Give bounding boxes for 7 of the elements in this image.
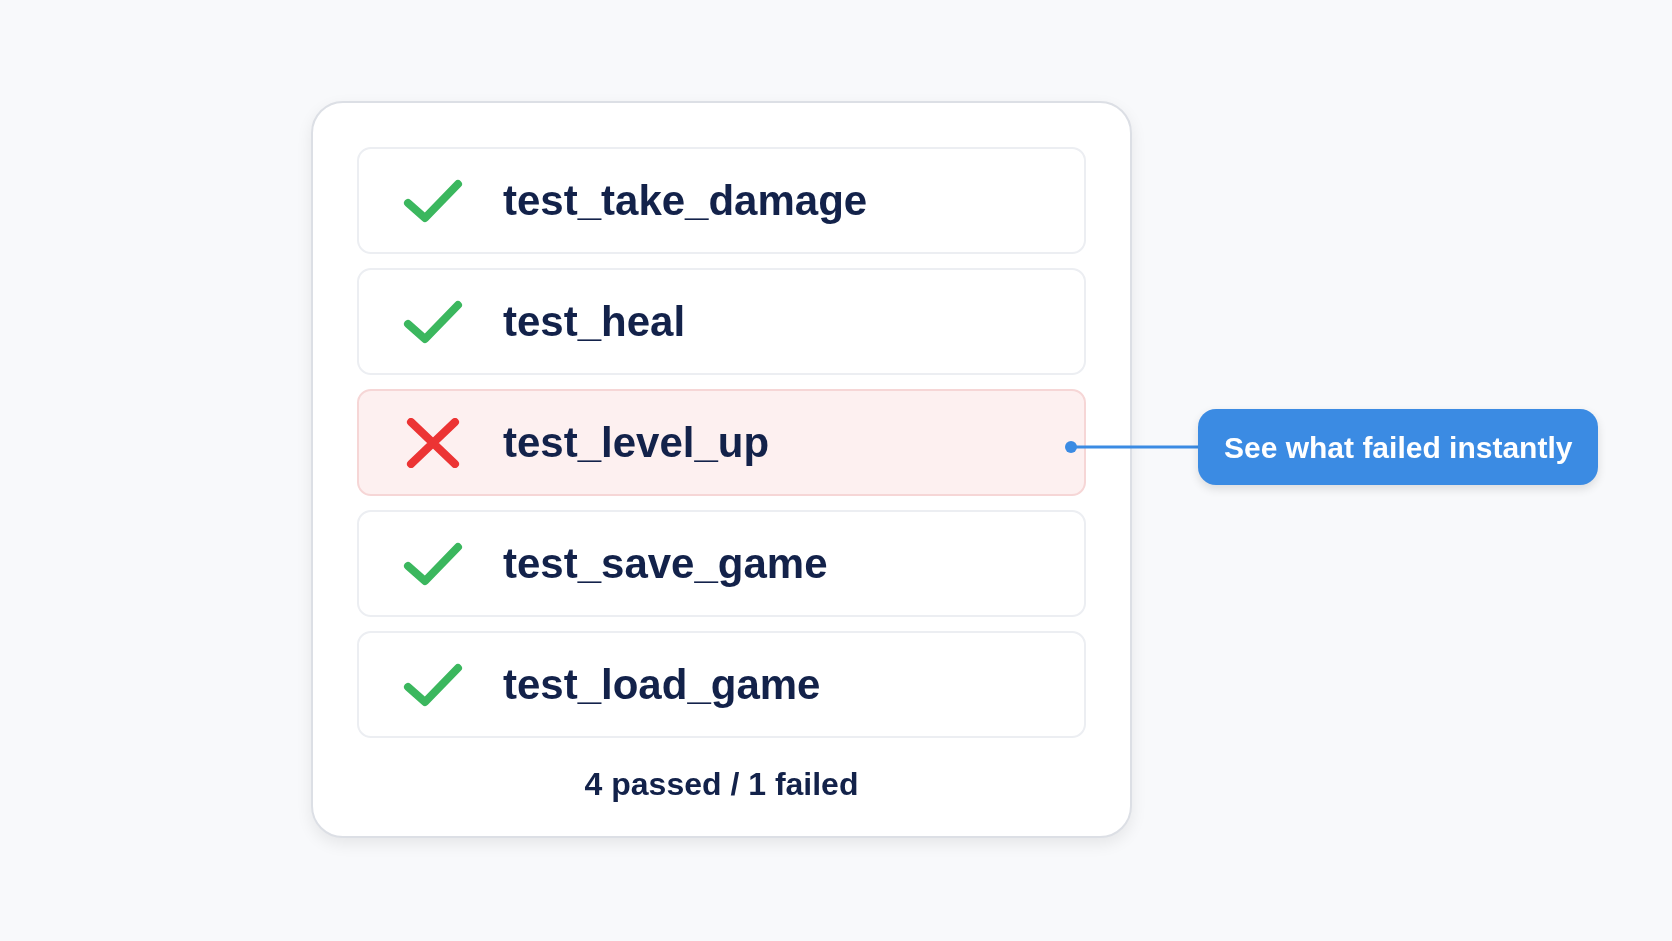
test-name: test_take_damage <box>503 176 868 226</box>
callout-label: See what failed instantly <box>1198 409 1599 485</box>
test-name: test_save_game <box>503 539 828 589</box>
summary-text: 4 passed / 1 failed <box>584 765 859 804</box>
test-name: test_heal <box>503 297 686 347</box>
test-name: test_level_up <box>503 418 770 468</box>
test-name: test_load_game <box>503 660 821 710</box>
